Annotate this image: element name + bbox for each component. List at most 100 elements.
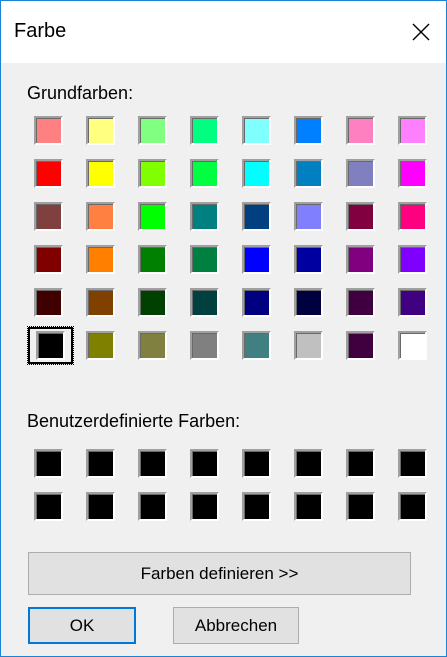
basic-color-swatch[interactable]: [86, 245, 115, 274]
basic-color-swatch-cell[interactable]: [132, 238, 184, 281]
basic-color-swatch-cell[interactable]: [288, 324, 340, 367]
basic-color-swatch[interactable]: [36, 331, 65, 360]
custom-color-swatch[interactable]: [190, 492, 219, 521]
basic-color-swatch-cell[interactable]: [392, 324, 444, 367]
basic-color-swatch-cell[interactable]: [340, 195, 392, 238]
basic-color-swatch-cell[interactable]: [392, 109, 444, 152]
custom-color-swatch-cell[interactable]: [392, 442, 444, 485]
basic-color-swatch[interactable]: [242, 202, 271, 231]
custom-color-swatch[interactable]: [34, 449, 63, 478]
custom-color-swatch-cell[interactable]: [340, 442, 392, 485]
basic-color-swatch-cell[interactable]: [288, 238, 340, 281]
basic-color-swatch-cell[interactable]: [184, 324, 236, 367]
custom-color-swatch-cell[interactable]: [80, 442, 132, 485]
custom-color-swatch-cell[interactable]: [288, 442, 340, 485]
custom-color-swatch-cell[interactable]: [184, 485, 236, 528]
basic-color-swatch-cell[interactable]: [28, 238, 80, 281]
basic-color-swatch[interactable]: [34, 159, 63, 188]
basic-color-swatch[interactable]: [138, 331, 167, 360]
custom-color-swatch[interactable]: [190, 449, 219, 478]
custom-color-swatch[interactable]: [346, 449, 375, 478]
basic-color-swatch[interactable]: [138, 116, 167, 145]
basic-color-swatch[interactable]: [242, 159, 271, 188]
basic-color-swatch[interactable]: [86, 202, 115, 231]
basic-color-swatch[interactable]: [86, 159, 115, 188]
ok-button[interactable]: OK: [28, 607, 136, 644]
basic-color-swatch-cell[interactable]: [184, 238, 236, 281]
basic-color-swatch-cell[interactable]: [28, 195, 80, 238]
custom-color-swatch-cell[interactable]: [28, 442, 80, 485]
basic-color-swatch-cell[interactable]: [80, 281, 132, 324]
custom-color-swatch[interactable]: [242, 449, 271, 478]
basic-color-swatch-cell[interactable]: [28, 152, 80, 195]
basic-color-swatch-cell[interactable]: [80, 152, 132, 195]
basic-color-swatch-cell[interactable]: [288, 195, 340, 238]
basic-color-swatch[interactable]: [190, 116, 219, 145]
basic-color-swatch-cell[interactable]: [80, 238, 132, 281]
basic-color-swatch[interactable]: [398, 202, 427, 231]
basic-color-swatch-cell[interactable]: [236, 324, 288, 367]
basic-color-swatch[interactable]: [294, 331, 323, 360]
basic-color-swatch-cell[interactable]: [28, 281, 80, 324]
custom-color-swatch-cell[interactable]: [236, 485, 288, 528]
basic-color-swatch-cell[interactable]: [340, 152, 392, 195]
custom-color-swatch-cell[interactable]: [132, 442, 184, 485]
basic-color-swatch[interactable]: [190, 331, 219, 360]
basic-color-swatch-cell[interactable]: [340, 109, 392, 152]
basic-color-swatch-cell[interactable]: [132, 152, 184, 195]
basic-color-swatch[interactable]: [86, 116, 115, 145]
basic-color-swatch[interactable]: [294, 245, 323, 274]
basic-color-swatch-cell[interactable]: [392, 152, 444, 195]
custom-color-swatch-cell[interactable]: [392, 485, 444, 528]
basic-color-swatch-cell[interactable]: [132, 281, 184, 324]
basic-color-swatch-cell[interactable]: [184, 109, 236, 152]
basic-color-swatch-cell[interactable]: [80, 324, 132, 367]
basic-color-swatch[interactable]: [190, 159, 219, 188]
custom-color-swatch[interactable]: [398, 449, 427, 478]
basic-color-swatch-cell[interactable]: [288, 281, 340, 324]
basic-color-swatch-cell[interactable]: [340, 324, 392, 367]
basic-color-swatch[interactable]: [86, 288, 115, 317]
define-colors-button[interactable]: Farben definieren >>: [28, 552, 411, 595]
basic-color-swatch[interactable]: [242, 288, 271, 317]
basic-color-swatch[interactable]: [138, 159, 167, 188]
basic-color-swatch[interactable]: [34, 116, 63, 145]
basic-color-swatch[interactable]: [346, 245, 375, 274]
basic-color-swatch[interactable]: [86, 331, 115, 360]
basic-color-swatch[interactable]: [242, 331, 271, 360]
basic-color-swatch[interactable]: [294, 202, 323, 231]
basic-color-swatch-cell[interactable]: [184, 281, 236, 324]
basic-color-swatch[interactable]: [138, 245, 167, 274]
basic-color-swatch-cell[interactable]: [80, 109, 132, 152]
basic-color-swatch-cell[interactable]: [132, 109, 184, 152]
basic-color-swatch-cell[interactable]: [80, 195, 132, 238]
basic-color-swatch[interactable]: [398, 159, 427, 188]
basic-color-swatch[interactable]: [34, 245, 63, 274]
basic-color-swatch-cell[interactable]: [288, 152, 340, 195]
basic-color-swatch-cell[interactable]: [236, 281, 288, 324]
basic-color-swatch[interactable]: [294, 288, 323, 317]
basic-color-swatch[interactable]: [242, 245, 271, 274]
basic-color-swatch[interactable]: [398, 288, 427, 317]
basic-color-swatch-cell[interactable]: [236, 238, 288, 281]
custom-color-swatch-cell[interactable]: [132, 485, 184, 528]
custom-color-swatch-cell[interactable]: [288, 485, 340, 528]
basic-color-swatch[interactable]: [138, 202, 167, 231]
basic-color-swatch-cell[interactable]: [288, 109, 340, 152]
basic-color-swatch[interactable]: [190, 288, 219, 317]
basic-color-swatch[interactable]: [138, 288, 167, 317]
basic-color-swatch-cell[interactable]: [27, 324, 80, 367]
basic-color-swatch[interactable]: [190, 202, 219, 231]
basic-color-swatch-cell[interactable]: [392, 195, 444, 238]
basic-color-swatch[interactable]: [294, 159, 323, 188]
basic-color-swatch[interactable]: [34, 202, 63, 231]
custom-color-swatch-cell[interactable]: [340, 485, 392, 528]
custom-color-swatch[interactable]: [294, 492, 323, 521]
custom-color-swatch-cell[interactable]: [28, 485, 80, 528]
basic-color-swatch[interactable]: [242, 116, 271, 145]
custom-color-swatch[interactable]: [86, 449, 115, 478]
basic-color-swatch-cell[interactable]: [392, 281, 444, 324]
custom-color-swatch[interactable]: [398, 492, 427, 521]
basic-color-swatch-cell[interactable]: [340, 238, 392, 281]
basic-color-swatch-cell[interactable]: [236, 195, 288, 238]
